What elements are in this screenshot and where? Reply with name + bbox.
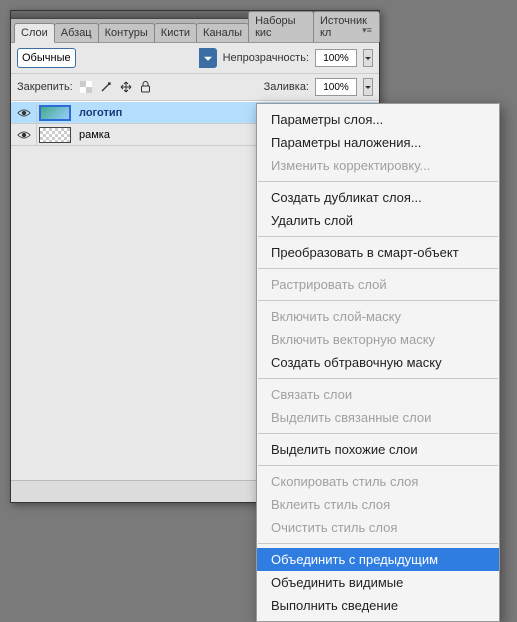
blend-row: Обычные Непрозрачность: — [11, 43, 379, 74]
tab-5[interactable]: Наборы кис — [248, 11, 314, 42]
visibility-toggle[interactable] — [11, 102, 37, 123]
menu-item[interactable]: Параметры наложения... — [257, 131, 499, 154]
tab-0[interactable]: Слои — [14, 23, 55, 43]
fill-stepper[interactable] — [363, 78, 373, 96]
menu-separator — [258, 268, 498, 269]
opacity-label: Непрозрачность: — [223, 52, 309, 64]
layer-thumbnail[interactable] — [37, 124, 73, 145]
lock-position-icon[interactable] — [119, 80, 133, 94]
menu-separator — [258, 378, 498, 379]
menu-separator — [258, 433, 498, 434]
panel-menu-icon[interactable]: ▾≡ — [359, 23, 375, 37]
menu-item[interactable]: Создать обтравочную маску — [257, 351, 499, 374]
lock-all-icon[interactable] — [139, 80, 153, 94]
menu-item[interactable]: Удалить слой — [257, 209, 499, 232]
menu-item[interactable]: Объединить видимые — [257, 571, 499, 594]
menu-item: Растрировать слой — [257, 273, 499, 296]
menu-item: Выделить связанные слои — [257, 406, 499, 429]
menu-item[interactable]: Создать дубликат слоя... — [257, 186, 499, 209]
lock-row: Закрепить: Заливка: — [11, 74, 379, 101]
menu-item: Изменить корректировку... — [257, 154, 499, 177]
menu-separator — [258, 236, 498, 237]
menu-item[interactable]: Объединить с предыдущим — [257, 548, 499, 571]
menu-separator — [258, 300, 498, 301]
menu-item[interactable]: Преобразовать в смарт-объект — [257, 241, 499, 264]
fill-input[interactable] — [315, 78, 357, 96]
menu-item: Связать слои — [257, 383, 499, 406]
lock-transparency-icon[interactable] — [79, 80, 93, 94]
layer-context-menu: Параметры слоя...Параметры наложения...И… — [256, 103, 500, 622]
lock-pixels-icon[interactable] — [99, 80, 113, 94]
menu-separator — [258, 181, 498, 182]
menu-item: Скопировать стиль слоя — [257, 470, 499, 493]
panel-tabs: СлоиАбзацКонтурыКистиКаналыНаборы кисИст… — [11, 19, 379, 43]
opacity-input[interactable] — [315, 49, 357, 67]
lock-label: Закрепить: — [17, 81, 73, 93]
fill-label: Заливка: — [264, 81, 309, 93]
menu-item: Очистить стиль слоя — [257, 516, 499, 539]
menu-item[interactable]: Параметры слоя... — [257, 108, 499, 131]
tab-4[interactable]: Каналы — [196, 23, 249, 42]
layer-thumbnail[interactable] — [37, 102, 73, 123]
tab-2[interactable]: Контуры — [98, 23, 155, 42]
menu-item[interactable]: Выделить похожие слои — [257, 438, 499, 461]
menu-item: Включить слой-маску — [257, 305, 499, 328]
menu-item: Вклеить стиль слоя — [257, 493, 499, 516]
tab-1[interactable]: Абзац — [54, 23, 99, 42]
opacity-stepper[interactable] — [363, 49, 373, 67]
menu-separator — [258, 543, 498, 544]
tab-3[interactable]: Кисти — [154, 23, 197, 42]
blend-mode-select[interactable]: Обычные — [17, 48, 76, 68]
menu-item: Включить векторную маску — [257, 328, 499, 351]
menu-item[interactable]: Выполнить сведение — [257, 594, 499, 617]
visibility-toggle[interactable] — [11, 124, 37, 145]
menu-separator — [258, 465, 498, 466]
